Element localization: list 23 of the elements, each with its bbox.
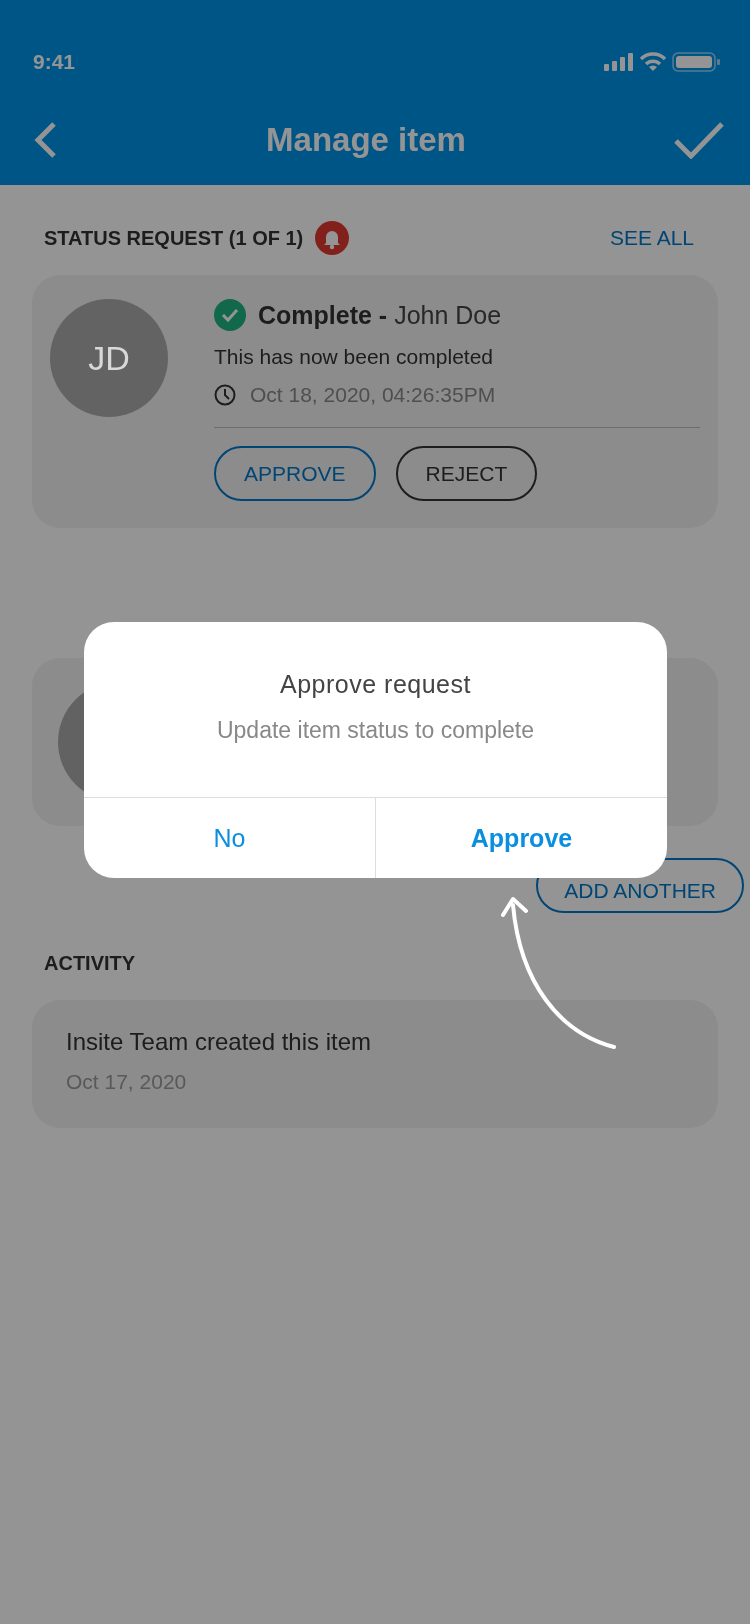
dialog-message: Update item status to complete [215, 717, 536, 744]
no-button[interactable]: No [84, 798, 375, 878]
bell-icon [315, 221, 350, 255]
screen-title: Manage item [266, 121, 466, 159]
section-title: ACTIVITY [44, 951, 136, 975]
wifi-icon [640, 52, 666, 71]
checkmark-icon[interactable] [674, 121, 724, 159]
section-title: STATUS REQUEST (1 OF 1) [44, 226, 304, 250]
avatar: JD [50, 299, 168, 417]
dialog-title: Approve request [279, 670, 472, 699]
see-all-link[interactable]: SEE ALL [609, 226, 694, 250]
reject-button[interactable]: REJECT [395, 446, 538, 501]
timestamp: Oct 18, 2020, 04:26:35PM [250, 383, 496, 407]
approve-button[interactable]: Approve [375, 798, 667, 878]
back-icon[interactable] [34, 122, 58, 158]
status-heading: Complete - John Doe [258, 300, 502, 330]
check-circle-icon [214, 299, 246, 331]
approve-button[interactable]: APPROVE [214, 446, 376, 501]
clock-icon [214, 384, 236, 406]
clock-time: 9:41 [33, 49, 76, 74]
signal-icon [604, 52, 634, 71]
activity-text: Insite Team created this item [66, 1028, 373, 1056]
request-message: This has now been completed [214, 345, 494, 369]
